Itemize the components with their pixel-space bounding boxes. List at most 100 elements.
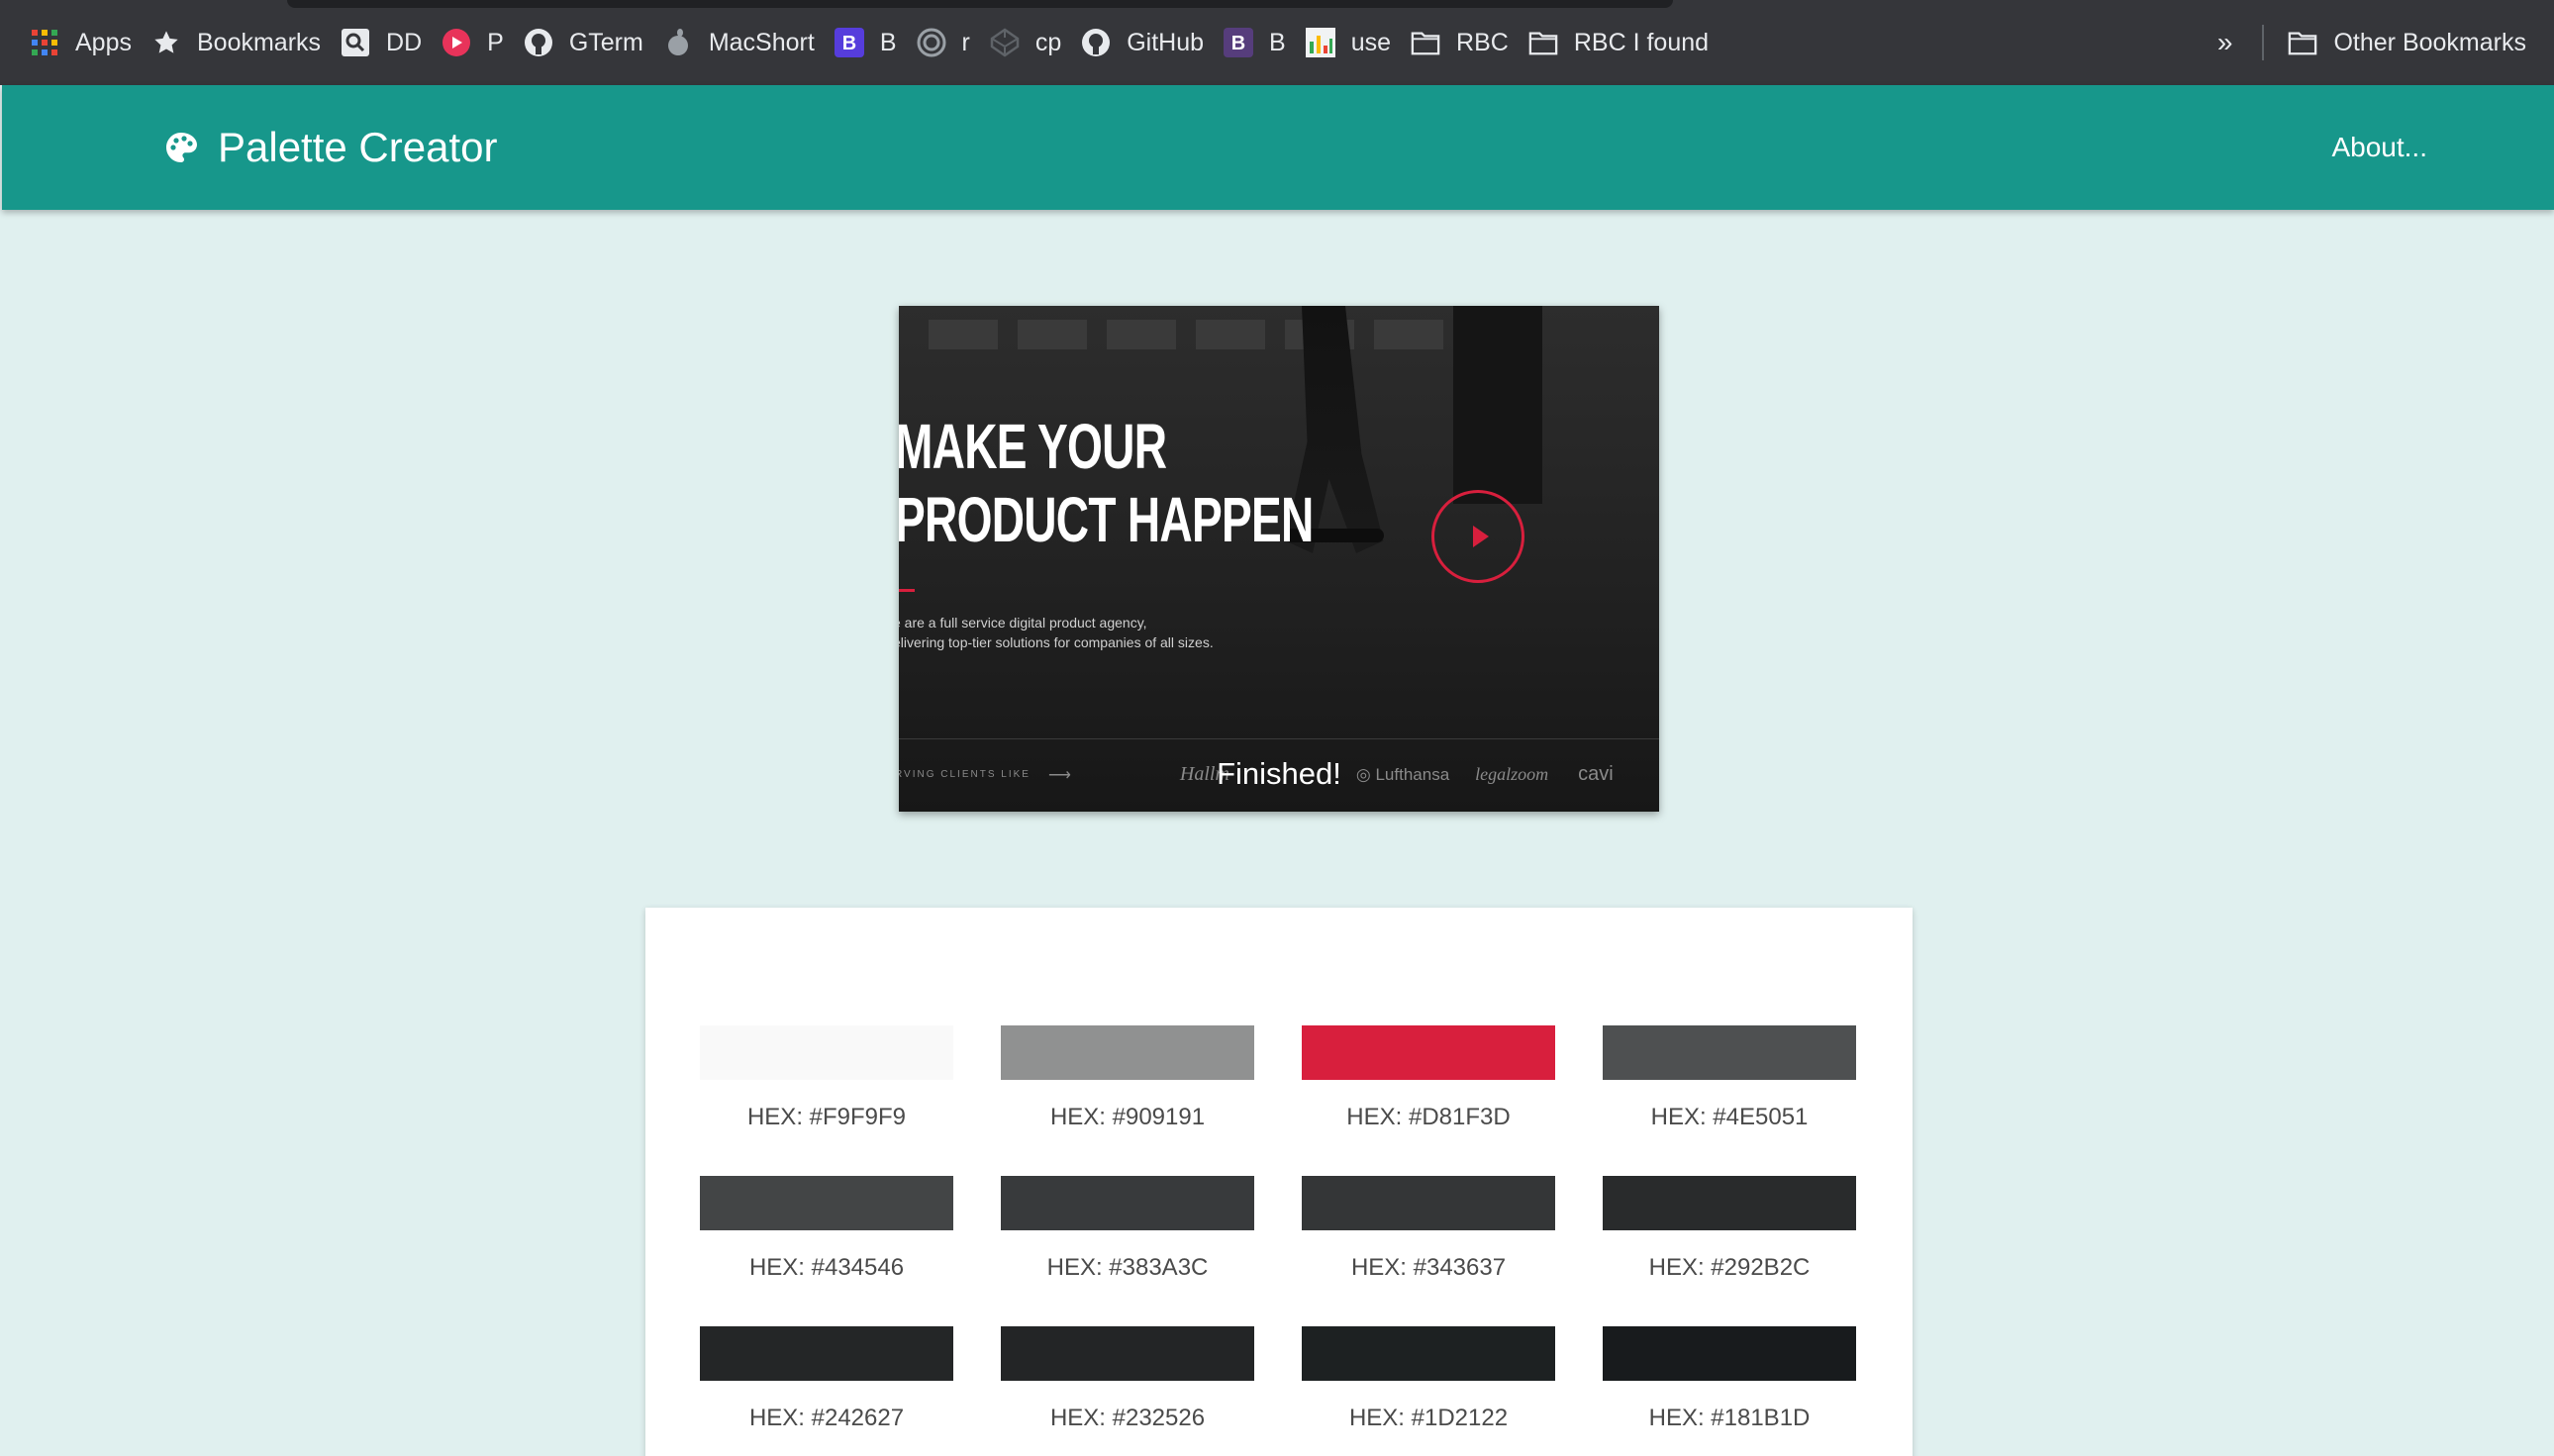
bookmark-use[interactable]: use (1304, 13, 1409, 72)
background-pillar (1453, 306, 1542, 504)
hex-label: HEX: #1D2122 (1348, 1405, 1509, 1431)
color-swatch (1302, 1176, 1555, 1230)
bookmark-label: RBC (1456, 28, 1509, 56)
bookmark-dd[interactable]: DD (339, 13, 440, 72)
color-swatch (1001, 1326, 1254, 1381)
bookmark-bookmarks[interactable]: Bookmarks (149, 13, 339, 72)
bookmark-label: use (1350, 28, 1392, 56)
bookmark-label: cp (1034, 28, 1062, 56)
color-swatch (700, 1326, 953, 1381)
bookmark-label: Apps (75, 28, 132, 56)
bookmark-label: RBC I found (1573, 28, 1710, 56)
palette-swatch[interactable]: HEX: #383A3C (1001, 1176, 1254, 1326)
search-icon (341, 28, 370, 57)
hex-label: HEX: #242627 (748, 1405, 905, 1431)
bootstrap-icon: B (834, 28, 864, 57)
svg-text:B: B (842, 33, 856, 54)
bookmark-apps[interactable]: Apps (28, 13, 149, 72)
bookmark-rbc[interactable]: RBC (1409, 13, 1526, 72)
palette-card: HEX: #F9F9F9 HEX: #909191 HEX: #D81F3D H… (645, 908, 1913, 1456)
status-finished: Finished! (1217, 756, 1341, 791)
color-swatch (1302, 1326, 1555, 1381)
color-swatch (700, 1025, 953, 1080)
bookmarks-bar-right: » Other Bookmarks (2217, 13, 2526, 72)
bookmark-label: GTerm (568, 28, 643, 56)
hex-label: HEX: #383A3C (1046, 1254, 1209, 1281)
bookmark-gterm[interactable]: GTerm (522, 13, 661, 72)
uploaded-image-preview: MAKE YOUR PRODUCT HAPPEN e are a full se… (899, 306, 1659, 812)
play-icon (1431, 490, 1524, 583)
color-swatch (700, 1176, 953, 1230)
bookmark-github[interactable]: GitHub (1079, 13, 1222, 72)
color-swatch (1603, 1025, 1856, 1080)
app-title: Palette Creator (218, 124, 498, 170)
bookmarks-overflow-button[interactable]: » (2217, 27, 2233, 58)
bookmark-cp[interactable]: cp (988, 13, 1079, 72)
about-link[interactable]: About... (2331, 85, 2427, 210)
bookmark-macshort[interactable]: MacShort (661, 13, 833, 72)
folder-icon (1411, 28, 1440, 57)
palette-swatch[interactable]: HEX: #242627 (700, 1326, 953, 1456)
bookmark-b2[interactable]: B B (1222, 13, 1304, 72)
palette-swatch[interactable]: HEX: #434546 (700, 1176, 953, 1326)
hex-label: HEX: #909191 (1049, 1104, 1206, 1130)
bookmark-label: MacShort (708, 28, 815, 56)
spiral-icon (917, 28, 946, 57)
hex-label: HEX: #292B2C (1648, 1254, 1811, 1281)
apps-grid-icon (30, 28, 59, 57)
bookmark-r[interactable]: r (915, 13, 988, 72)
bookmark-other-bookmarks[interactable]: Other Bookmarks (2286, 13, 2526, 72)
bookmark-rbc-i-found[interactable]: RBC I found (1526, 13, 1726, 72)
github-icon (524, 28, 553, 57)
preview-subtext: e are a full service digital product age… (899, 615, 1214, 650)
palette-swatch[interactable]: HEX: #909191 (1001, 1025, 1254, 1176)
preview-headline: MAKE YOUR PRODUCT HAPPEN (899, 411, 1314, 555)
bookmarks-separator (2262, 25, 2265, 60)
hex-label: HEX: #4E5051 (1650, 1104, 1809, 1130)
bookmark-label: r (961, 28, 970, 56)
palette-icon (166, 133, 197, 162)
palette-swatch[interactable]: HEX: #181B1D (1603, 1326, 1856, 1456)
bookmark-b[interactable]: B B (833, 13, 915, 72)
divider (899, 738, 1659, 739)
github-icon (1081, 28, 1111, 57)
palette-swatch[interactable]: HEX: #4E5051 (1603, 1025, 1856, 1176)
bookmark-label: DD (386, 28, 423, 56)
other-bookmarks-label: Other Bookmarks (2333, 28, 2526, 56)
star-icon (151, 28, 181, 57)
bookmark-label: B (1269, 28, 1286, 56)
codepen-icon (990, 28, 1020, 57)
hex-label: HEX: #434546 (748, 1254, 905, 1281)
palette-swatch[interactable]: HEX: #F9F9F9 (700, 1025, 953, 1176)
palette-swatch[interactable]: HEX: #292B2C (1603, 1176, 1856, 1326)
hex-label: HEX: #232526 (1049, 1405, 1206, 1431)
color-swatch (1001, 1176, 1254, 1230)
hex-label: HEX: #181B1D (1648, 1405, 1811, 1431)
hex-label: HEX: #343637 (1350, 1254, 1507, 1281)
folder-icon (1528, 28, 1558, 57)
accent-dash (899, 589, 915, 592)
chart-thumbnail-icon (1305, 28, 1335, 57)
bootstrap-icon: B (1224, 28, 1254, 57)
palette-swatch[interactable]: HEX: #D81F3D (1302, 1025, 1555, 1176)
play-circle-icon (442, 28, 471, 57)
tab-strip-edge (287, 0, 1673, 8)
color-swatch (1603, 1326, 1856, 1381)
color-swatch (1603, 1176, 1856, 1230)
app-header: Palette Creator About... (2, 85, 2554, 210)
bookmark-label: GitHub (1127, 28, 1205, 56)
folder-icon (2288, 28, 2317, 57)
hex-label: HEX: #F9F9F9 (746, 1104, 907, 1130)
color-swatch (1302, 1025, 1555, 1080)
bookmarks-bar: Apps Bookmarks DD P GTerm MacShort B B r… (0, 0, 2554, 85)
bookmark-label: P (487, 28, 504, 56)
brand[interactable]: Palette Creator (164, 85, 497, 210)
bookmark-p[interactable]: P (440, 13, 522, 72)
apple-icon (663, 28, 693, 57)
palette-swatch[interactable]: HEX: #1D2122 (1302, 1326, 1555, 1456)
bookmark-label: Bookmarks (196, 28, 322, 56)
svg-text:B: B (1231, 33, 1245, 54)
palette-swatch[interactable]: HEX: #232526 (1001, 1326, 1254, 1456)
palette-swatch[interactable]: HEX: #343637 (1302, 1176, 1555, 1326)
palette-grid: HEX: #F9F9F9 HEX: #909191 HEX: #D81F3D H… (700, 1025, 1856, 1456)
